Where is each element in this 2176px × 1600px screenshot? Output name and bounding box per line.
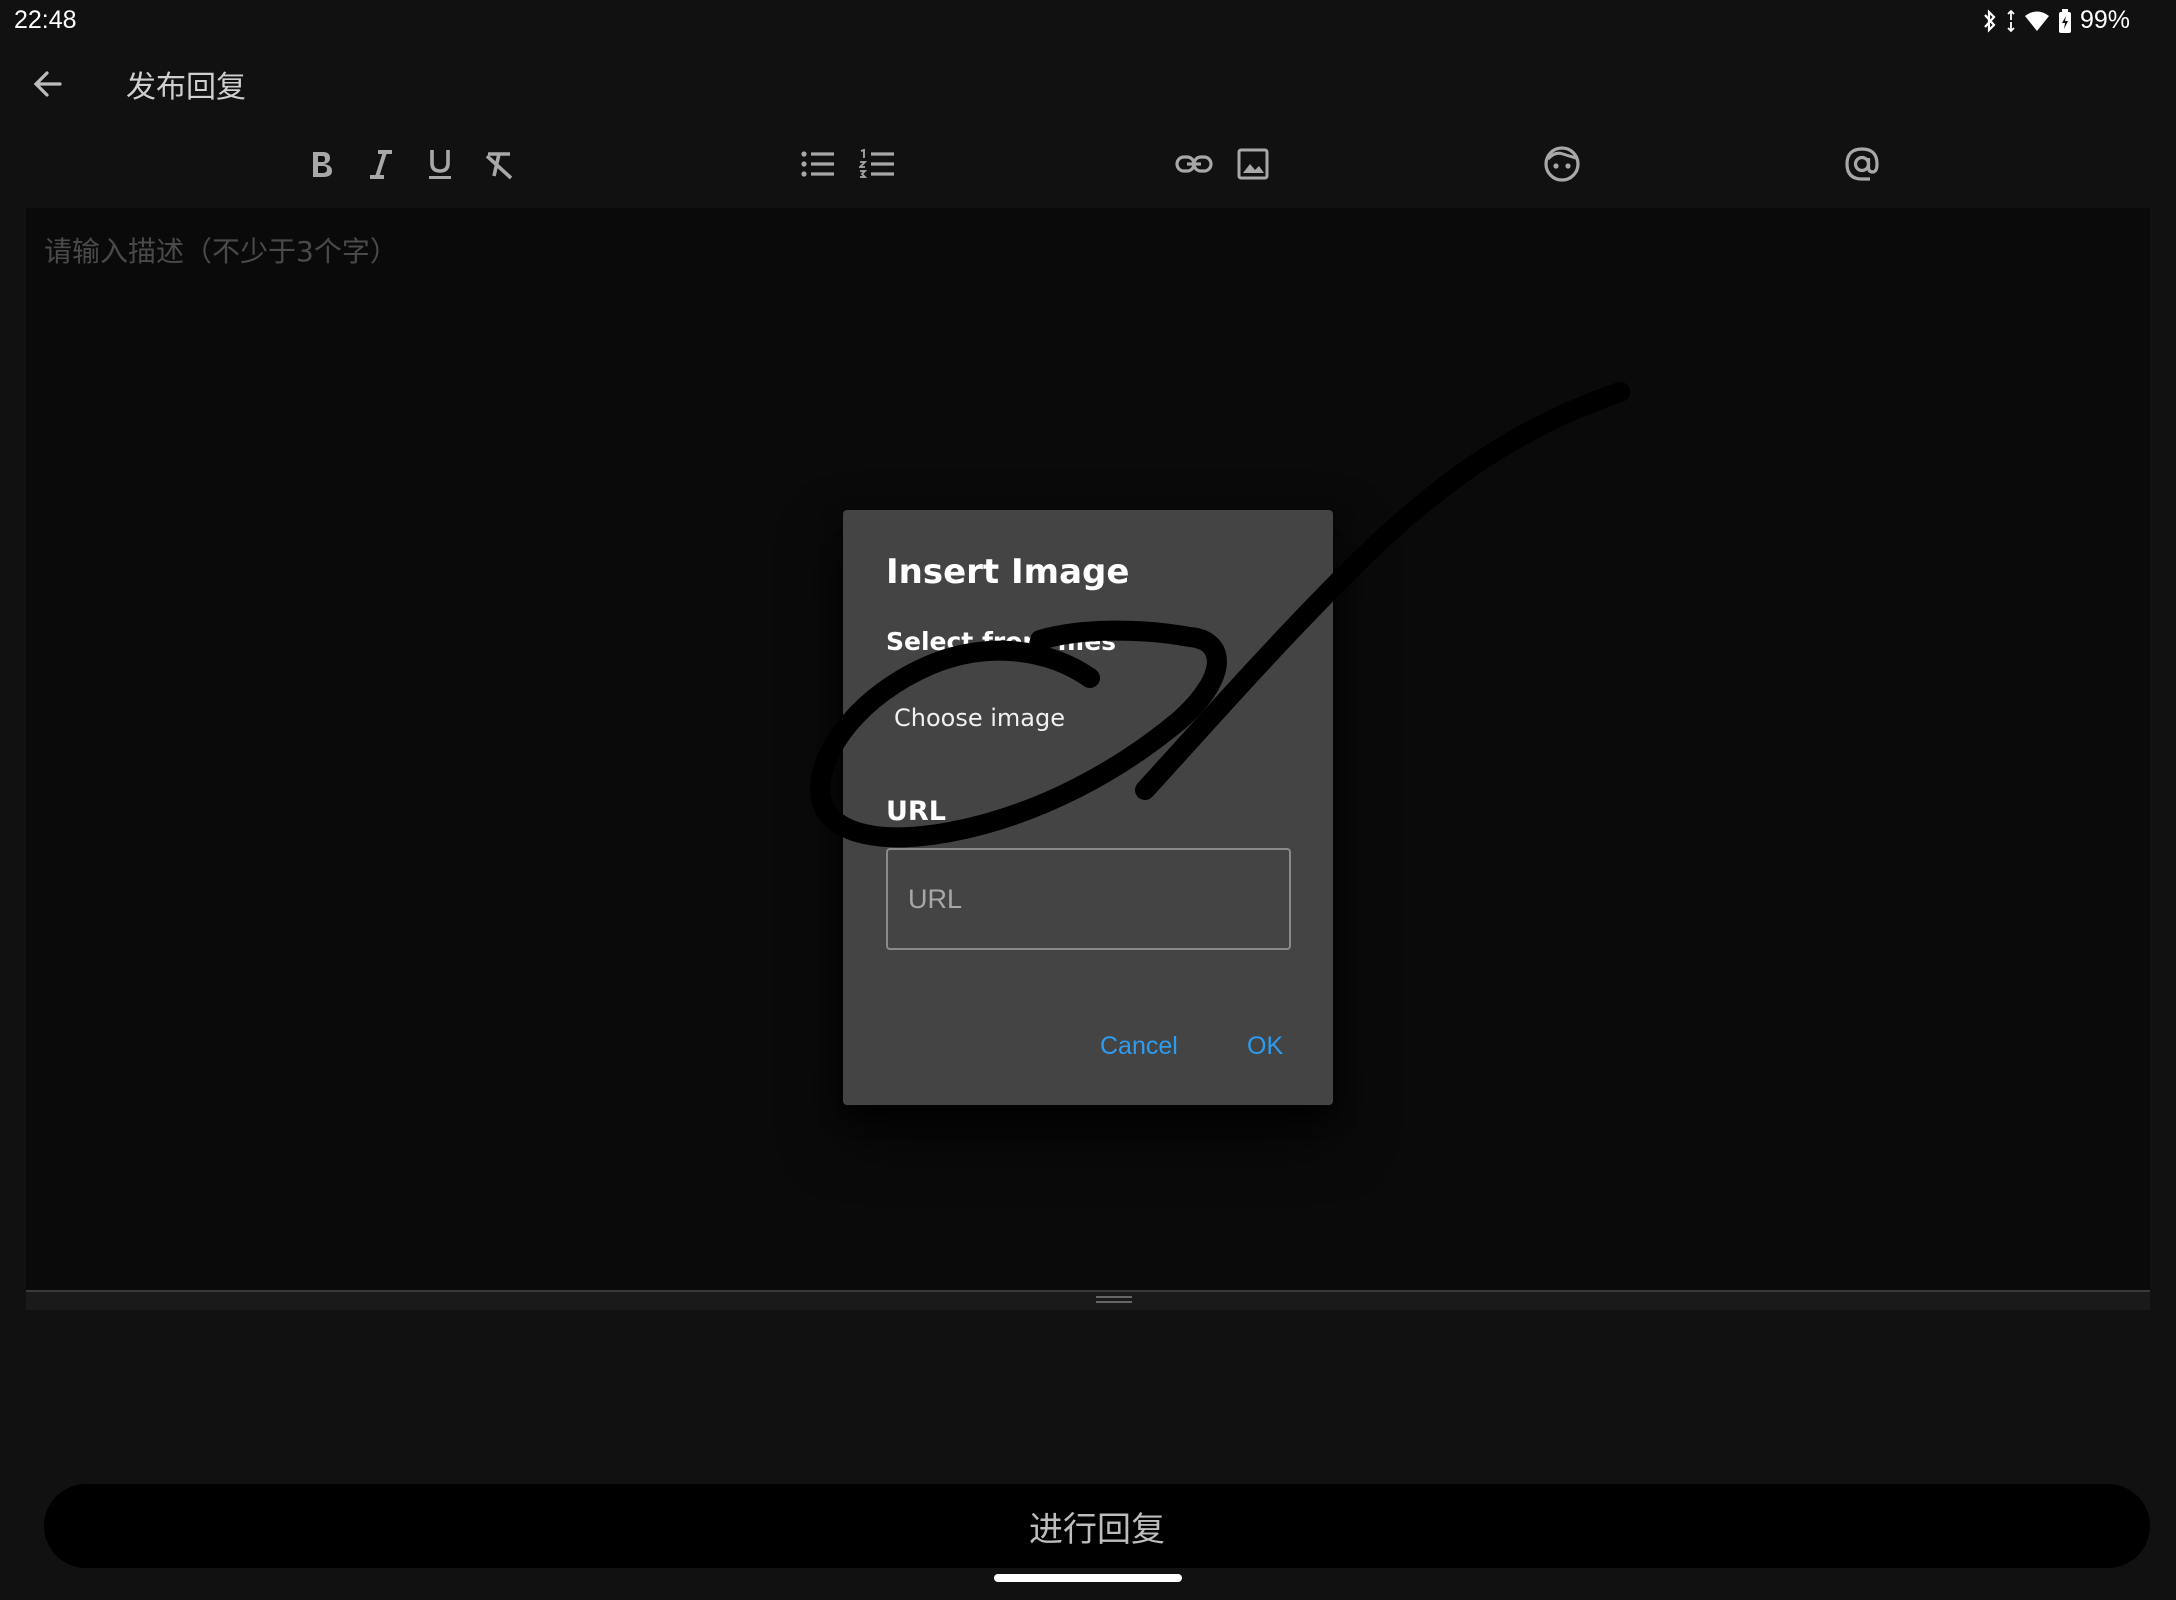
insert-image-dialog: Insert Image Select from files Choose im… bbox=[843, 510, 1333, 1105]
url-label: URL bbox=[886, 796, 946, 827]
ok-button[interactable]: OK bbox=[1247, 1032, 1283, 1061]
select-from-files-label: Select from files bbox=[886, 627, 1117, 656]
dialog-title: Insert Image bbox=[886, 552, 1130, 592]
cancel-button[interactable]: Cancel bbox=[1100, 1032, 1178, 1061]
choose-image-button[interactable]: Choose image bbox=[886, 690, 1073, 746]
url-input[interactable] bbox=[886, 848, 1291, 950]
choose-image-label: Choose image bbox=[894, 704, 1065, 732]
